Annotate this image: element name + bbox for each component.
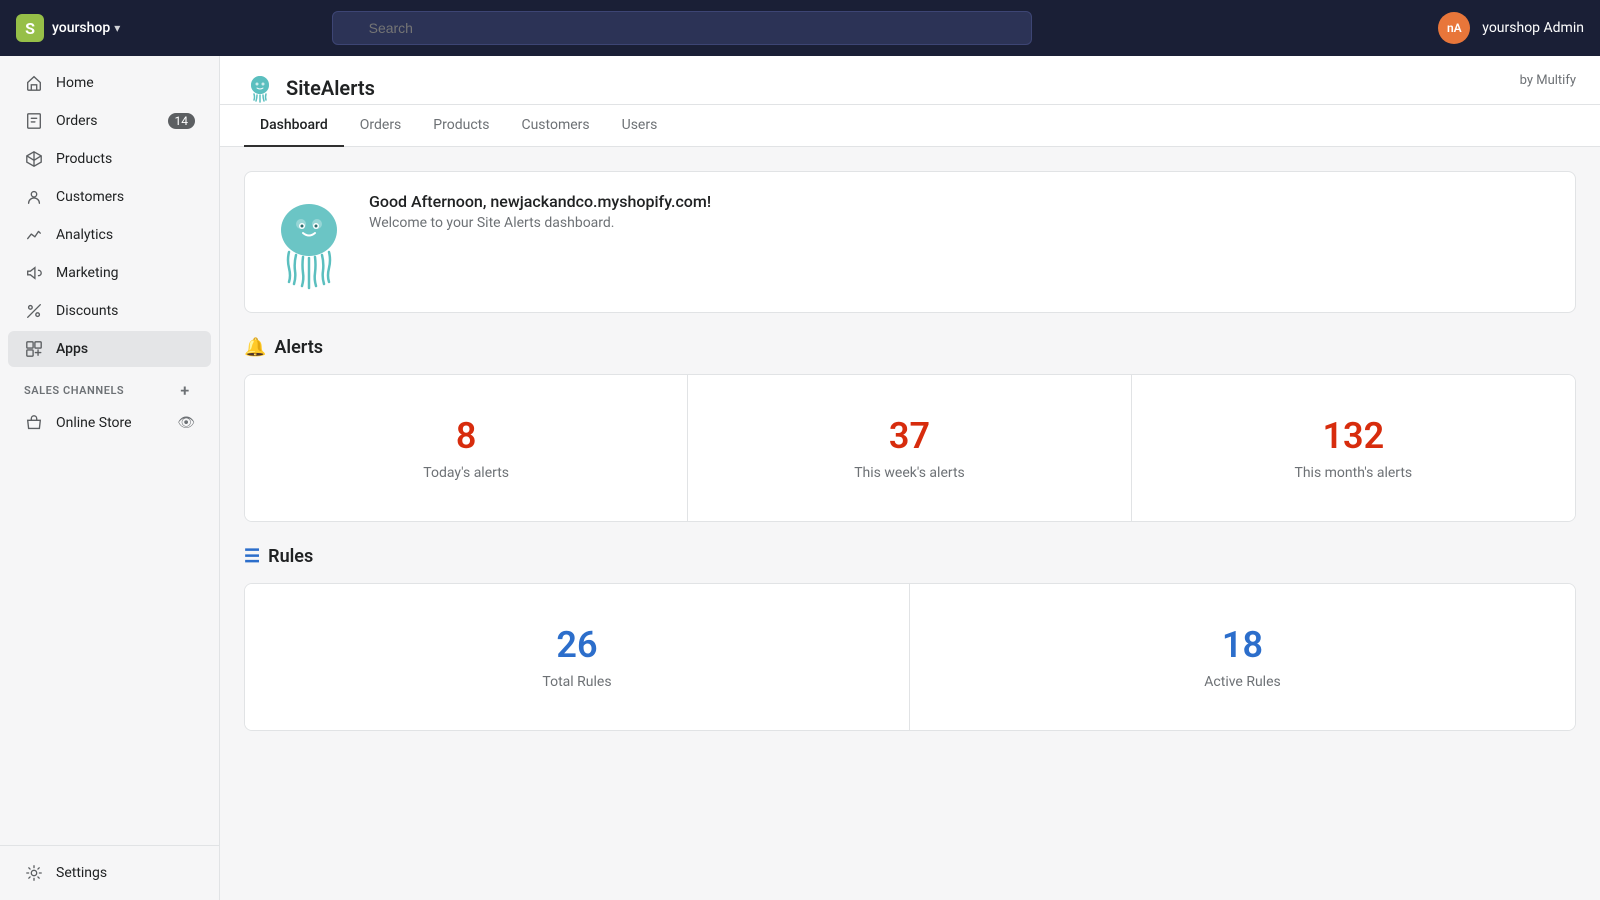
sidebar-item-analytics[interactable]: Analytics [8,217,211,253]
search-input[interactable] [332,11,1032,45]
sidebar-label-marketing: Marketing [56,265,119,281]
today-alerts-value: 8 [456,415,477,457]
rules-section: ☰ Rules 26 Total Rules 18 Active Rules [244,546,1576,731]
sales-channels-header: SALES CHANNELS + [8,368,211,404]
sidebar-item-online-store[interactable]: Online Store 👁 [8,405,211,441]
tab-users[interactable]: Users [606,105,674,147]
active-rules-label: Active Rules [1204,674,1280,690]
orders-badge: 14 [168,113,196,129]
rules-stats-grid: 26 Total Rules 18 Active Rules [244,583,1576,731]
online-store-icon [24,413,44,433]
stat-card-week: 37 This week's alerts [688,375,1131,521]
welcome-greeting: Good Afternoon, newjackandco.myshopify.c… [369,192,711,211]
dashboard-content: Good Afternoon, newjackandco.myshopify.c… [220,147,1600,900]
chevron-down-icon: ▾ [114,21,120,35]
welcome-card: Good Afternoon, newjackandco.myshopify.c… [244,171,1576,313]
active-rules-value: 18 [1222,624,1263,666]
tab-customers[interactable]: Customers [505,105,605,147]
sidebar-item-settings[interactable]: Settings [8,855,211,891]
month-alerts-label: This month's alerts [1294,465,1412,481]
sidebar-label-settings: Settings [56,865,107,881]
app-logo-icon [244,72,276,104]
main-content: SiteAlerts by Multify Dashboard Orders P… [220,56,1600,900]
orders-icon [24,111,44,131]
week-alerts-value: 37 [889,415,930,457]
sidebar-item-customers[interactable]: Customers [8,179,211,215]
welcome-subtitle: Welcome to your Site Alerts dashboard. [369,215,711,231]
settings-icon [24,863,44,883]
app-title: SiteAlerts [286,76,375,100]
today-alerts-label: Today's alerts [423,465,509,481]
stat-card-active-rules: 18 Active Rules [910,584,1575,730]
customers-icon [24,187,44,207]
sidebar-item-products[interactable]: Products [8,141,211,177]
welcome-text: Good Afternoon, newjackandco.myshopify.c… [369,192,711,231]
sidebar-label-products: Products [56,151,112,167]
analytics-icon [24,225,44,245]
search-container: 🔍 [332,11,1032,45]
sidebar-item-marketing[interactable]: Marketing [8,255,211,291]
store-name-label: yourshop ▾ [52,20,120,36]
top-nav-right: nA yourshop Admin [1438,12,1584,44]
total-rules-label: Total Rules [542,674,611,690]
sidebar-item-home[interactable]: Home [8,65,211,101]
store-logo[interactable]: S yourshop ▾ [16,14,120,42]
rules-title: ☰ Rules [244,546,1576,567]
sidebar-item-apps[interactable]: Apps [8,331,211,367]
stat-card-today: 8 Today's alerts [245,375,688,521]
sidebar-label-analytics: Analytics [56,227,113,243]
alerts-section: 🔔 Alerts 8 Today's alerts 37 This week's… [244,337,1576,522]
admin-name-label: yourshop Admin [1482,20,1584,36]
online-store-visibility-icon[interactable]: 👁 [177,415,195,431]
alerts-title: 🔔 Alerts [244,337,1576,358]
top-navigation: S yourshop ▾ 🔍 nA yourshop Admin [0,0,1600,56]
tab-dashboard[interactable]: Dashboard [244,105,344,147]
sidebar-label-online-store: Online Store [56,415,132,431]
app-title-row: SiteAlerts [244,72,375,104]
bell-icon: 🔔 [244,337,266,358]
marketing-icon [24,263,44,283]
stat-card-total-rules: 26 Total Rules [245,584,910,730]
sidebar-item-orders[interactable]: Orders 14 [8,103,211,139]
stat-card-month: 132 This month's alerts [1132,375,1575,521]
sidebar-label-customers: Customers [56,189,124,205]
apps-icon [24,339,44,359]
sidebar: Home Orders 14 Products Customers Anal [0,56,220,900]
tab-orders[interactable]: Orders [344,105,418,147]
add-sales-channel-button[interactable]: + [175,380,195,400]
sidebar-label-apps: Apps [56,341,88,357]
tab-bar: Dashboard Orders Products Customers User… [220,105,1600,147]
discounts-icon [24,301,44,321]
sidebar-item-discounts[interactable]: Discounts [8,293,211,329]
sidebar-label-orders: Orders [56,113,98,129]
week-alerts-label: This week's alerts [854,465,965,481]
sidebar-label-home: Home [56,75,94,91]
avatar[interactable]: nA [1438,12,1470,44]
tab-products[interactable]: Products [417,105,505,147]
month-alerts-value: 132 [1322,415,1384,457]
app-header: SiteAlerts by Multify [220,56,1600,105]
products-icon [24,149,44,169]
rules-icon: ☰ [244,546,260,567]
home-icon [24,73,44,93]
sidebar-label-discounts: Discounts [56,303,118,319]
alerts-stats-grid: 8 Today's alerts 37 This week's alerts 1… [244,374,1576,522]
app-by-label: by Multify [1520,73,1576,104]
jellyfish-illustration [269,192,349,292]
shopify-icon: S [16,14,44,42]
total-rules-value: 26 [556,624,597,666]
